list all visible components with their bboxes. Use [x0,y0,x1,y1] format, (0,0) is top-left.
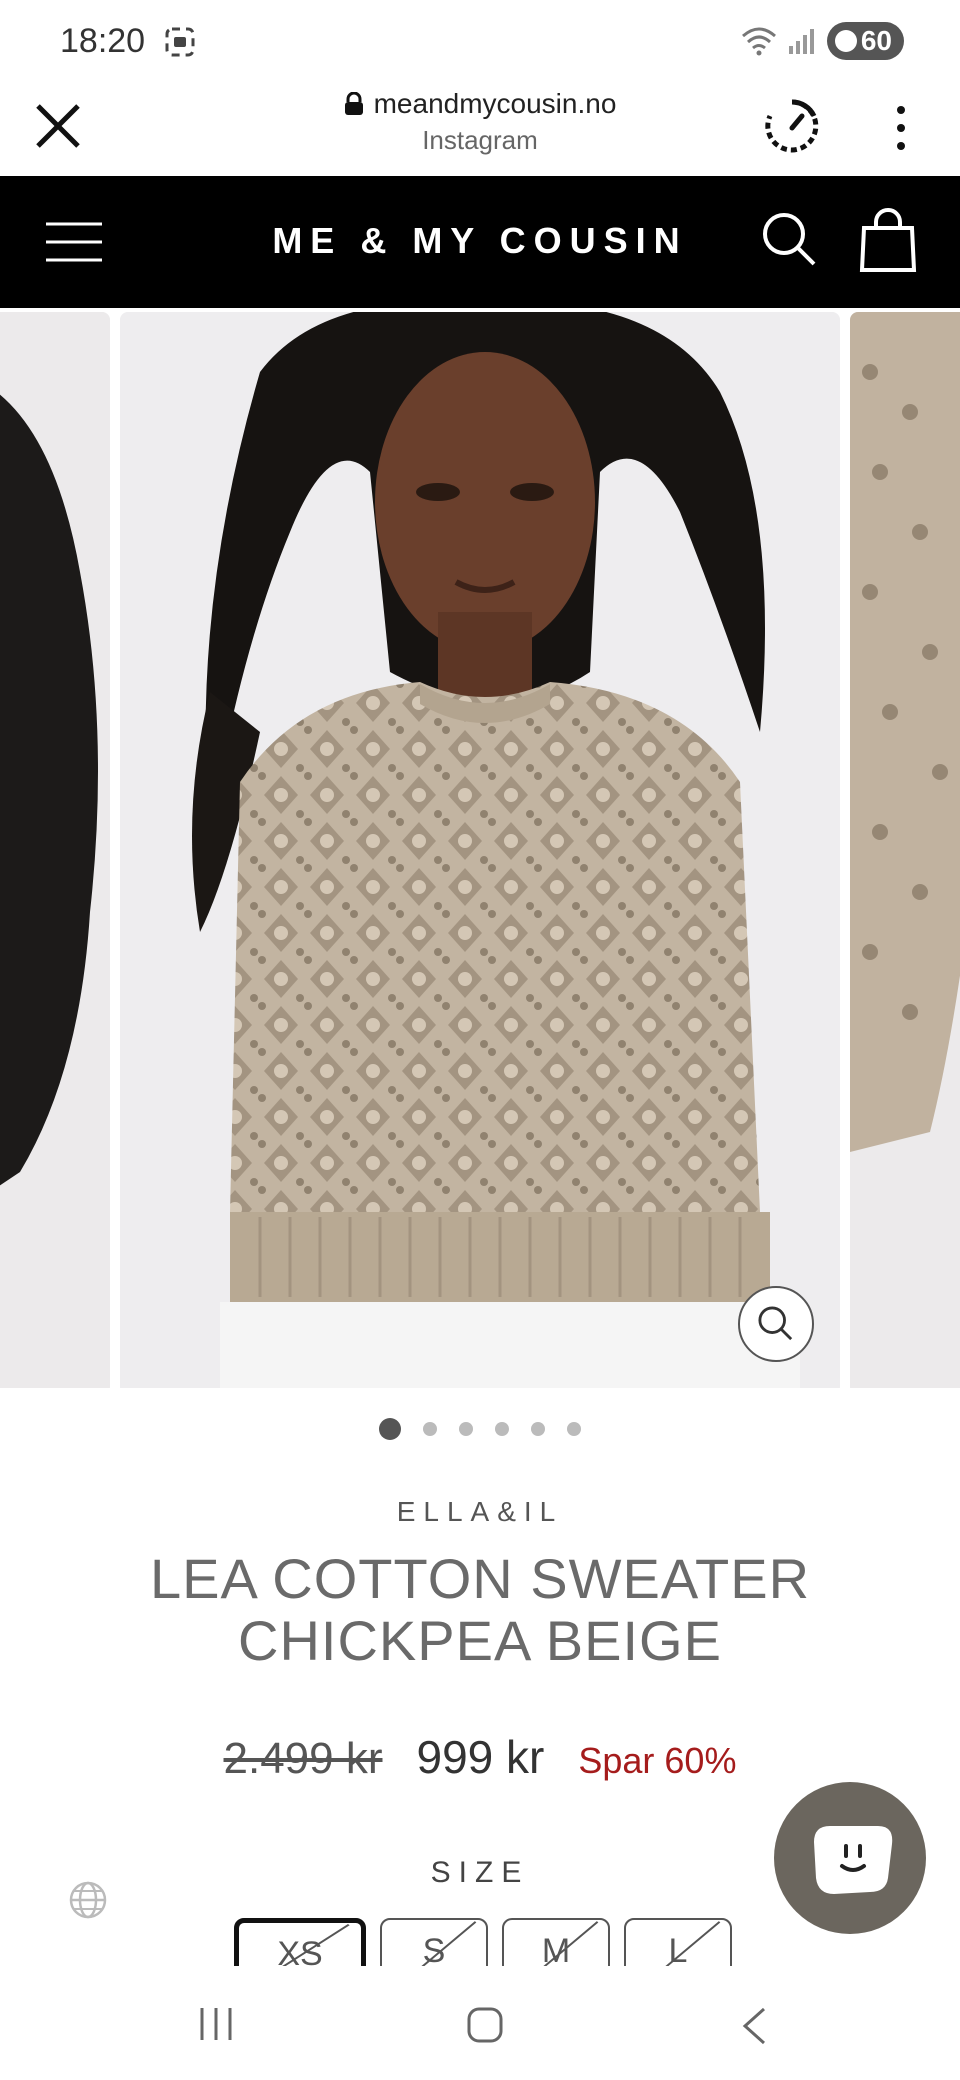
discount-badge: Spar 60% [578,1740,737,1781]
product-title-line1: LEA COTTON SWEATER [149,1547,811,1610]
zoom-icon[interactable] [738,1286,814,1362]
carousel-dots [0,1418,960,1440]
screen-cast-icon [165,27,195,57]
more-icon[interactable] [886,100,916,156]
chat-smiley-icon [814,1826,893,1894]
carousel-slide-prev[interactable] [0,312,110,1388]
carousel-dot-6[interactable] [567,1422,581,1436]
back-icon[interactable] [740,2006,768,2046]
carousel-slide-next[interactable] [850,312,960,1388]
carousel-slide-main[interactable] [120,312,840,1388]
product-image-carousel[interactable] [0,308,960,1388]
carousel-dot-5[interactable] [531,1422,545,1436]
speed-icon[interactable] [762,96,822,156]
status-time: 18:20 [60,22,146,60]
old-price: 2.499 kr [223,1734,383,1783]
carousel-dot-3[interactable] [459,1422,473,1436]
browser-bar: meandmycousin.no Instagram [0,80,960,176]
home-icon[interactable] [466,2006,504,2044]
url-domain: meandmycousin.no [373,88,617,119]
status-bar: 18:20 60 [0,0,960,80]
product-title-line2: CHICKPEA BEIGE [238,1609,722,1672]
battery-level: 60 [860,25,892,56]
carousel-dot-4[interactable] [495,1422,509,1436]
cart-icon[interactable] [858,206,918,274]
price-row: 2.499 kr 999 kr Spar 60% [0,1730,960,1784]
signal-icon [788,29,814,54]
recents-icon[interactable] [196,2006,236,2042]
carousel-dot-2[interactable] [423,1422,437,1436]
system-nav-bar [0,1966,960,2080]
sale-price: 999 kr [416,1731,545,1783]
chat-button[interactable] [774,1782,926,1934]
lock-icon [344,92,363,115]
wifi-icon [741,27,776,56]
battery-icon: 60 [826,22,904,60]
status-right: 60 [741,22,904,60]
product-title: LEA COTTON SWEATER CHICKPEA BEIGE [0,1548,960,1672]
product-brand[interactable]: ELLA&IL [0,1496,960,1528]
product-photo [120,312,840,1388]
prev-slide-image [0,312,110,1388]
leaf-icon [834,30,857,52]
search-icon[interactable] [760,210,820,270]
next-slide-image [850,312,960,1388]
carousel-dot-1[interactable] [379,1418,401,1440]
site-header: ME & MY COUSIN [0,176,960,308]
